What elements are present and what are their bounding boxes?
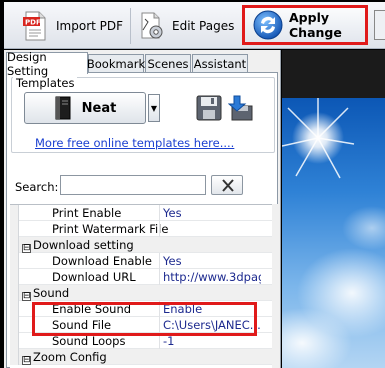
property-category[interactable]: ⊟ Zoom Config <box>10 349 276 365</box>
search-label: Search: <box>15 180 59 194</box>
row-gutter <box>10 349 19 365</box>
app-window: PDF Import PDF Edit Pages Apply Change D… <box>0 0 385 368</box>
column-divider <box>159 253 160 269</box>
template-name: Neat <box>81 100 117 116</box>
edit-pages-icon <box>138 11 166 41</box>
tab-scenes[interactable]: Scenes <box>145 54 191 73</box>
property-category-name: ⊟ Download setting <box>22 238 134 253</box>
edit-pages-label: Edit Pages <box>172 19 235 33</box>
main-toolbar: PDF Import PDF Edit Pages Apply Change <box>4 2 385 49</box>
preview-top-band <box>282 50 385 98</box>
property-row[interactable]: Download URL http://www.3dpage <box>10 269 276 285</box>
apply-change-label: Apply Change <box>289 10 342 40</box>
tab-bookmark[interactable]: Bookmark <box>87 54 145 73</box>
category-label: Download setting <box>33 238 134 252</box>
row-gutter <box>10 237 19 253</box>
property-name: Print Enable <box>52 206 122 220</box>
category-label: Sound <box>33 286 70 300</box>
row-gutter <box>10 301 19 317</box>
property-grid: Print Enable Yes Print Watermark File ⊟ Down… <box>10 204 276 368</box>
column-divider <box>159 221 160 237</box>
tab-strip: Design Setting Bookmark Scenes Assistant <box>6 50 278 78</box>
property-row[interactable]: Download Enable Yes <box>10 253 276 269</box>
property-name: Print Watermark File <box>52 222 169 236</box>
clear-x-icon <box>221 179 235 195</box>
preview-sky-image <box>282 98 385 368</box>
property-category[interactable]: ⊟ Download setting <box>10 237 276 253</box>
collapse-toggle-icon[interactable]: ⊟ <box>22 244 31 253</box>
column-divider <box>159 269 160 285</box>
property-row[interactable]: Print Watermark File <box>10 221 276 237</box>
book-icon <box>54 96 72 120</box>
floppy-disk-icon[interactable] <box>196 94 222 122</box>
edit-pages-button[interactable]: Edit Pages <box>138 7 258 45</box>
property-value[interactable]: http://www.3dpage <box>163 270 261 284</box>
refresh-arrows-icon <box>253 10 283 40</box>
import-pdf-label: Import PDF <box>56 19 124 33</box>
property-category-name: ⊟ Sound <box>22 286 69 301</box>
toolbar-separator <box>130 8 131 44</box>
row-gutter <box>10 253 19 269</box>
category-label: Zoom Config <box>33 350 107 364</box>
import-arrow-icon[interactable] <box>227 94 256 122</box>
row-gutter <box>10 317 19 333</box>
templates-group-title: Templates <box>13 76 78 90</box>
settings-panel: Design Setting Bookmark Scenes Assistant… <box>4 50 281 368</box>
property-value[interactable]: Yes <box>163 206 261 220</box>
row-gutter <box>10 205 19 221</box>
property-grid-scrollbar[interactable] <box>272 204 280 368</box>
template-dropdown-arrow[interactable]: ▼ <box>148 94 160 122</box>
property-value[interactable]: -1 <box>163 334 261 348</box>
highlight-box <box>32 302 257 336</box>
search-input[interactable] <box>60 175 206 195</box>
property-name: Download Enable <box>52 254 152 268</box>
property-name: Download URL <box>52 270 136 284</box>
import-pdf-button[interactable]: PDF Import PDF <box>22 7 142 45</box>
collapse-toggle-icon[interactable]: ⊟ <box>22 292 31 301</box>
property-name: Sound Loops <box>52 334 126 348</box>
book-preview[interactable] <box>282 50 385 368</box>
tab-assistant[interactable]: Assistant <box>192 54 248 73</box>
property-category[interactable]: ⊟ Sound <box>10 285 276 301</box>
apply-change-button[interactable]: Apply Change <box>242 5 368 45</box>
svg-text:PDF: PDF <box>25 19 41 27</box>
row-gutter <box>10 221 19 237</box>
toolbar-overflow-button[interactable] <box>374 10 385 40</box>
row-gutter <box>10 333 19 349</box>
collapse-toggle-icon[interactable]: ⊟ <box>22 356 31 365</box>
row-gutter <box>10 269 19 285</box>
pdf-document-icon: PDF <box>22 11 48 41</box>
tab-design-setting[interactable]: Design Setting <box>6 50 88 78</box>
row-gutter <box>10 285 19 301</box>
property-value[interactable]: Yes <box>163 254 261 268</box>
template-select-button[interactable]: Neat <box>24 92 146 124</box>
property-row[interactable]: Print Enable Yes <box>10 205 276 221</box>
clear-search-button[interactable] <box>211 175 243 195</box>
column-divider <box>159 205 160 221</box>
more-templates-link[interactable]: More free online templates here.... <box>35 136 234 150</box>
property-category-name: ⊟ Zoom Config <box>22 350 107 365</box>
